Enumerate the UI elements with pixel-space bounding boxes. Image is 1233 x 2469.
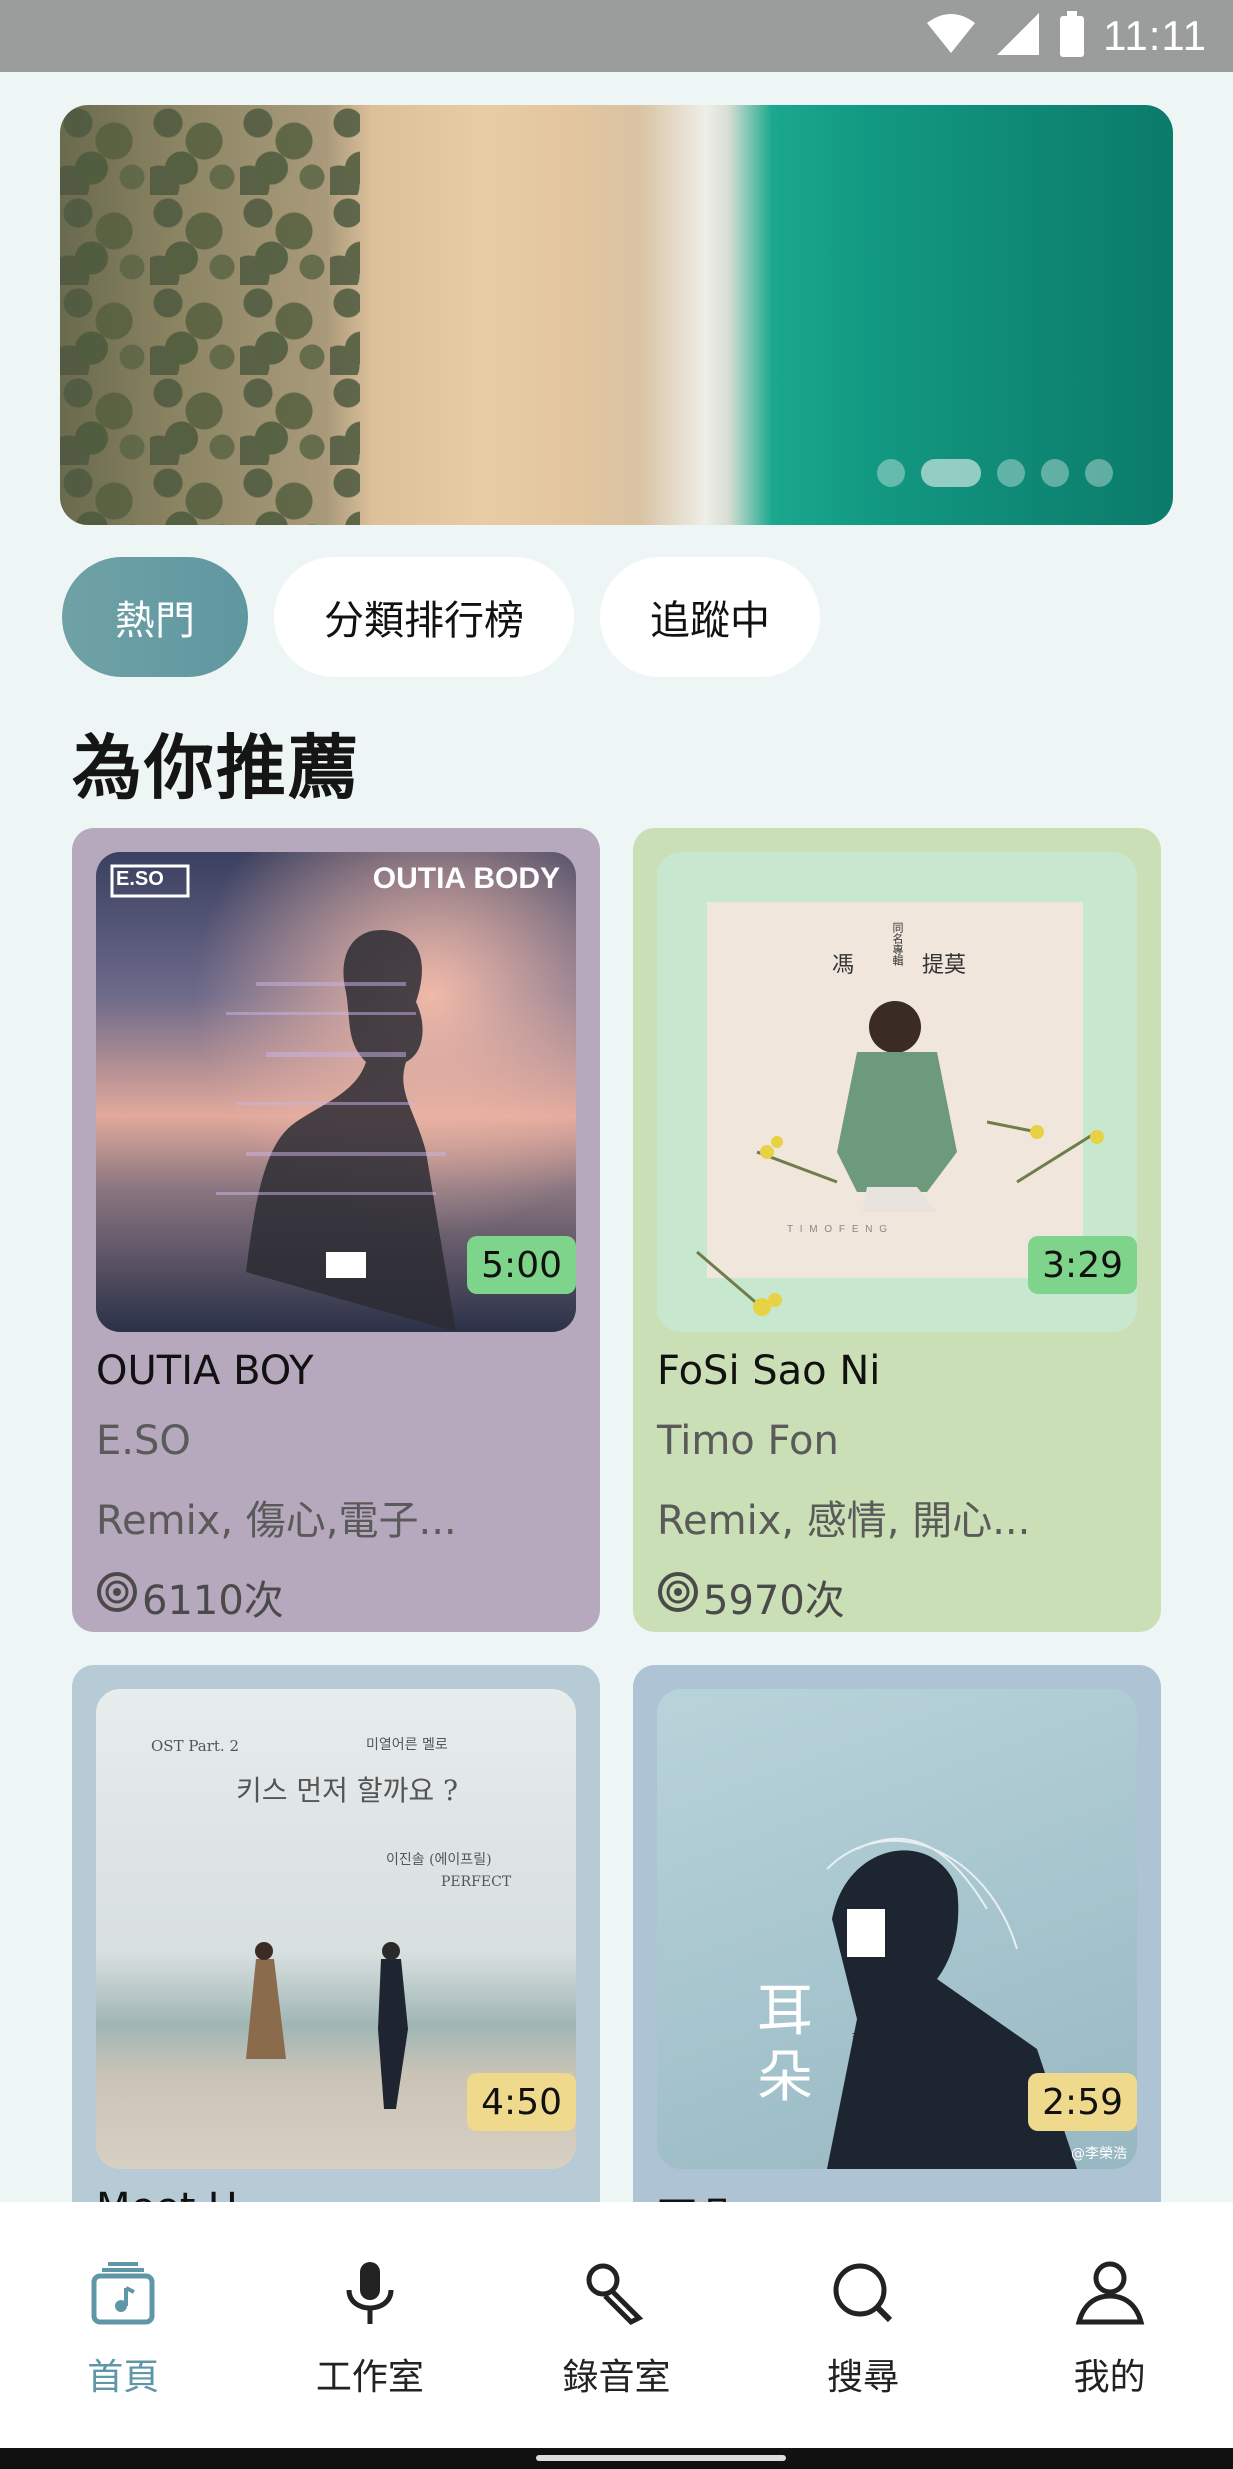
signal-icon xyxy=(995,11,1041,61)
nav-home[interactable]: 首頁 xyxy=(23,2260,223,2400)
album-cover: E.SO OUTIA BODY 5:00 xyxy=(96,852,576,1332)
play-count: 5970次 xyxy=(657,1568,1137,1626)
play-count-text: 6110次 xyxy=(142,1578,284,1624)
cover-watermark: @李榮浩 xyxy=(1071,2146,1127,2162)
song-artist[interactable]: Timo Fon xyxy=(657,1418,1137,1464)
album-cover: 耳朵 李榮浩 Ronghao Li @李榮浩 2:59 xyxy=(657,1689,1137,2169)
nav-profile[interactable]: 我的 xyxy=(1010,2260,1210,2400)
album-cover: OST Part. 2 미열어른 멜로 키스 먼저 할까요 ? 이진솔 (에이프… xyxy=(96,1689,576,2169)
banner-carousel[interactable] xyxy=(60,105,1173,525)
song-title: OUTIA BOY xyxy=(96,1348,314,1394)
home-indicator[interactable] xyxy=(536,2455,786,2461)
nav-label: 搜尋 xyxy=(827,2357,900,2398)
microphone-icon xyxy=(337,2260,403,2330)
chip-rankings[interactable]: 分類排行榜 xyxy=(274,557,574,677)
battery-icon xyxy=(1059,11,1085,61)
nav-recording[interactable]: 錄音室 xyxy=(516,2260,716,2400)
duration-badge: 5:00 xyxy=(467,1236,576,1294)
carousel-dot[interactable] xyxy=(1085,459,1113,487)
cover-big-text: 耳朵 xyxy=(757,1979,813,2110)
duration-badge: 2:59 xyxy=(1028,2073,1137,2131)
cover-headline: OUTIA BODY xyxy=(372,862,560,895)
profile-icon xyxy=(1075,2260,1145,2330)
vinyl-icon xyxy=(657,1571,699,1623)
chip-hot[interactable]: 熱門 xyxy=(62,557,248,677)
album-cover: 馮 同名專輯 提莫 T I M O F E N G 3:29 xyxy=(657,852,1137,1332)
nav-studio[interactable]: 工作室 xyxy=(270,2260,470,2400)
wifi-icon xyxy=(925,13,977,59)
status-bar: 11:11 xyxy=(0,0,1233,72)
song-artist[interactable]: E.SO xyxy=(96,1418,576,1464)
duration-badge: 3:29 xyxy=(1028,1236,1137,1294)
song-card[interactable]: 耳朵 李榮浩 Ronghao Li @李榮浩 2:59 耳朵 xyxy=(633,1665,1161,2225)
section-title: 為你推薦 xyxy=(72,727,360,809)
nav-label: 我的 xyxy=(1073,2357,1146,2398)
song-title: FoSi Sao Ni xyxy=(657,1348,881,1394)
banner-image xyxy=(60,105,360,525)
carousel-dot-active[interactable] xyxy=(921,459,981,487)
duration-badge: 4:50 xyxy=(467,2073,576,2131)
carousel-dot[interactable] xyxy=(1041,459,1069,487)
carousel-dot[interactable] xyxy=(997,459,1025,487)
carousel-dot[interactable] xyxy=(877,459,905,487)
gesture-bar xyxy=(0,2448,1233,2469)
chip-following[interactable]: 追蹤中 xyxy=(600,557,820,677)
nav-search[interactable]: 搜尋 xyxy=(763,2260,963,2400)
home-music-icon xyxy=(90,2260,156,2330)
vinyl-icon xyxy=(96,1571,138,1623)
bottom-nav: 首頁 工作室 錄音室 搜尋 我的 xyxy=(0,2202,1233,2448)
cover-artist-cn: 李榮浩 xyxy=(852,2031,889,2045)
song-card[interactable]: E.SO OUTIA BODY 5:00 OUTIA BOY E.SO Remi… xyxy=(72,828,600,1632)
category-chips: 熱門 分類排行榜 追蹤中 xyxy=(62,557,820,677)
status-time: 11:11 xyxy=(1103,12,1207,59)
nav-label: 首頁 xyxy=(87,2357,160,2398)
song-tags: Remix, 感情, 開心... xyxy=(657,1498,1031,1544)
nav-label: 工作室 xyxy=(315,2357,424,2398)
play-count-text: 5970次 xyxy=(703,1578,845,1624)
play-count: 6110次 xyxy=(96,1568,576,1626)
song-card[interactable]: OST Part. 2 미열어른 멜로 키스 먼저 할까요 ? 이진솔 (에이프… xyxy=(72,1665,600,2225)
search-icon xyxy=(830,2260,896,2330)
nav-label: 錄音室 xyxy=(562,2357,671,2398)
cover-logo: E.SO xyxy=(116,868,164,890)
carousel-indicator[interactable] xyxy=(877,459,1113,487)
cover-artist-en: Ronghao Li xyxy=(852,2045,909,2057)
song-card[interactable]: 馮 同名專輯 提莫 T I M O F E N G 3:29 FoSi Sao … xyxy=(633,828,1161,1632)
karaoke-mic-icon xyxy=(583,2260,649,2330)
song-tags: Remix, 傷心,電子... xyxy=(96,1498,457,1544)
